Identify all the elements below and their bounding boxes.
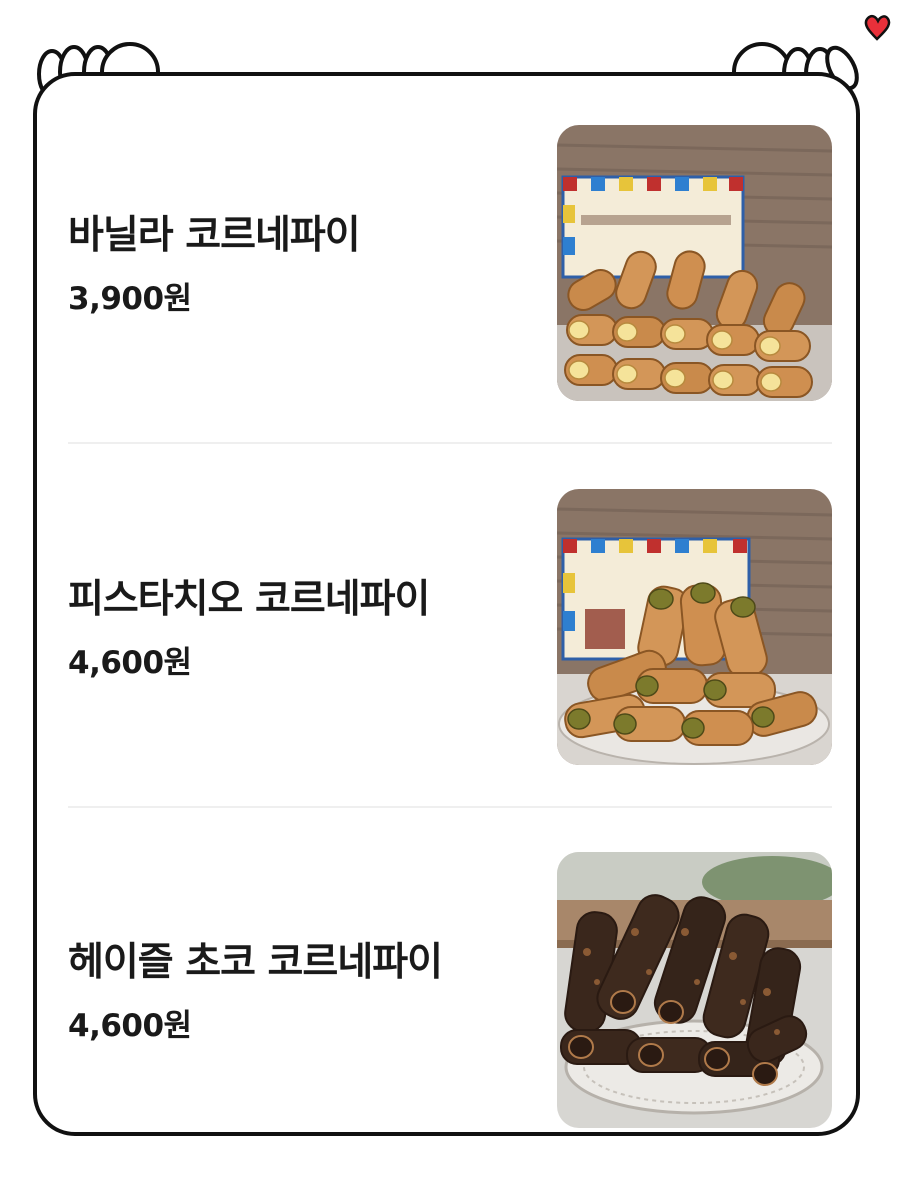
item-price: 4,600원	[68, 1008, 192, 1044]
item-name: 바닐라 코르네파이	[68, 213, 361, 258]
menu-divider	[68, 442, 832, 444]
menu-divider	[68, 806, 832, 808]
pistachio-cornet-pie-photo-icon[interactable]	[557, 489, 832, 765]
menu-item-pistachio[interactable]: 피스타치오 코르네파이 4,600원	[68, 489, 832, 767]
menu-item-vanilla[interactable]: 바닐라 코르네파이 3,900원	[68, 125, 832, 403]
item-name: 피스타치오 코르네파이	[68, 577, 430, 622]
item-name: 헤이즐 초코 코르네파이	[68, 940, 443, 985]
item-price: 4,600원	[68, 645, 192, 681]
heart-icon	[864, 14, 891, 41]
vanilla-cornet-pie-photo-icon[interactable]	[557, 125, 832, 401]
hazel-choco-cornet-pie-photo-icon[interactable]	[557, 852, 832, 1128]
item-price: 3,900원	[68, 281, 192, 317]
menu-item-hazel-choco[interactable]: 헤이즐 초코 코르네파이 4,600원	[68, 852, 832, 1130]
